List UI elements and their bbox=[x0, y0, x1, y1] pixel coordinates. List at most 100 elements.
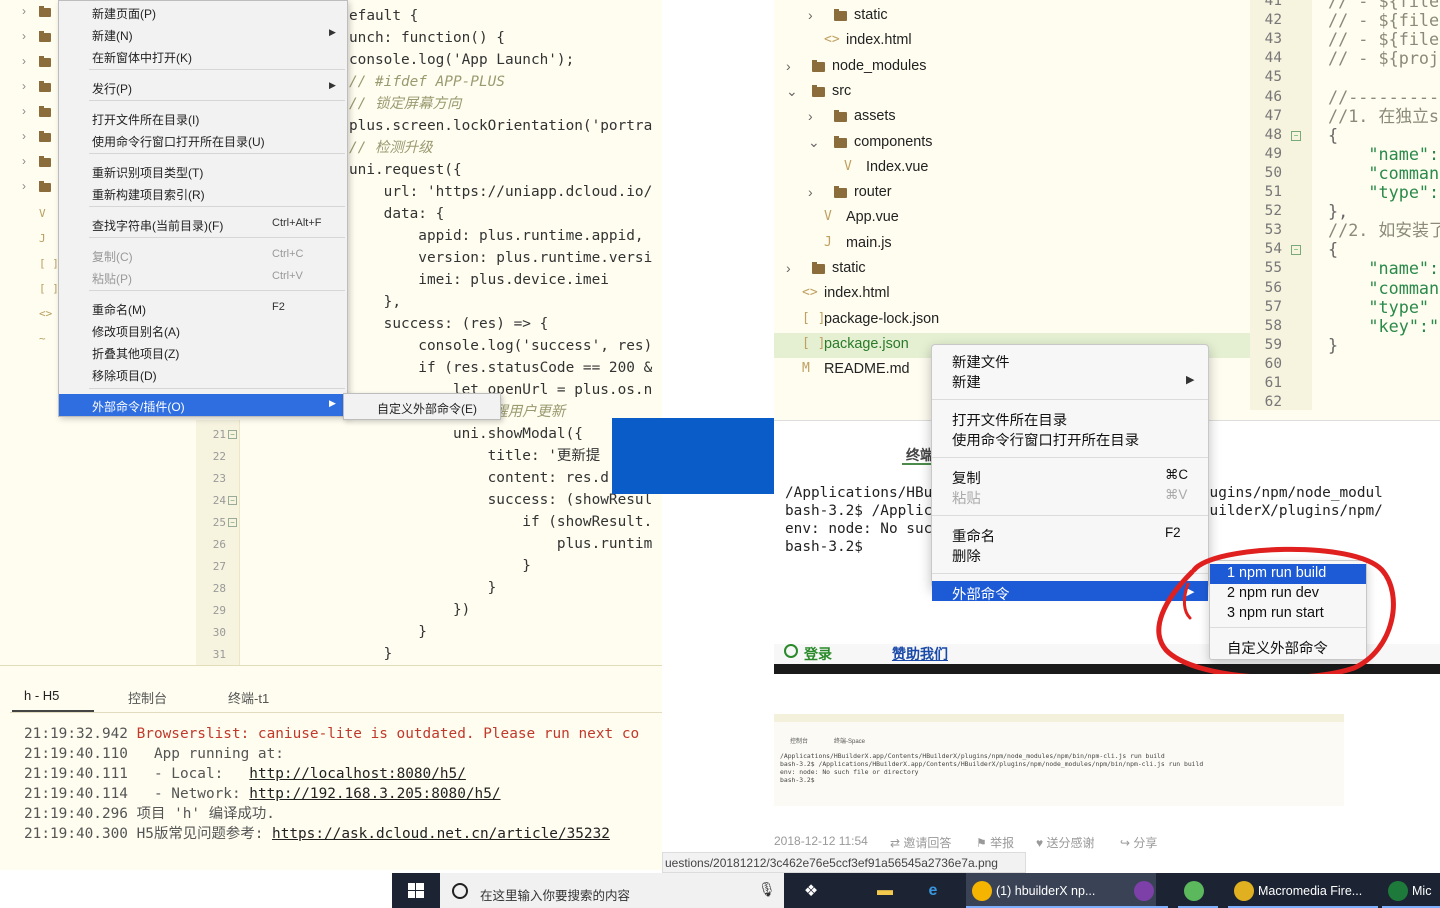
tree-folder-row[interactable]: › bbox=[0, 25, 60, 50]
chevron-down-icon[interactable]: ⌄ bbox=[808, 134, 820, 151]
chrome-icon bbox=[972, 881, 992, 901]
menu-item[interactable]: 复制 ⌘C bbox=[932, 465, 1208, 487]
tree-folder-row[interactable]: › bbox=[0, 150, 60, 175]
task-view-icon[interactable]: ❖ bbox=[796, 877, 826, 905]
tree-file-row[interactable]: <> bbox=[0, 303, 60, 328]
fold-toggle-icon[interactable]: − bbox=[1291, 130, 1301, 141]
chevron-right-icon[interactable]: › bbox=[22, 129, 26, 143]
log-timestamp: 21:19:40.110 bbox=[24, 746, 128, 762]
file-explorer-icon[interactable]: ▬ bbox=[870, 877, 900, 905]
chevron-down-icon[interactable]: ⌄ bbox=[786, 83, 798, 100]
tree-folder-row[interactable]: › bbox=[0, 125, 60, 150]
tree-file-row[interactable]: [ ] package-lock.json bbox=[774, 308, 1250, 333]
browser-taskbar-button[interactable] bbox=[1178, 873, 1218, 908]
code-line: success: (res) => { bbox=[349, 316, 549, 332]
chevron-right-icon[interactable]: › bbox=[22, 4, 26, 18]
tree-folder-row[interactable]: › bbox=[0, 50, 60, 75]
start-button[interactable] bbox=[392, 873, 440, 908]
menu-item[interactable]: 打开文件所在目录 bbox=[932, 407, 1208, 429]
tree-folder-row[interactable]: › static bbox=[774, 4, 1250, 29]
tree-folder-row[interactable]: › assets bbox=[774, 105, 1250, 130]
menu-item[interactable]: 新建页面(P) bbox=[59, 1, 347, 23]
fold-toggle-icon[interactable]: − bbox=[228, 518, 237, 527]
tree-folder-row[interactable]: › bbox=[0, 75, 60, 100]
report-link[interactable]: ⚑ 举报 bbox=[976, 834, 1014, 851]
menu-item[interactable]: 新建 ▶ bbox=[932, 369, 1208, 391]
tree-folder-row[interactable]: › bbox=[0, 175, 60, 200]
phpstorm-taskbar-button[interactable] bbox=[1128, 873, 1168, 908]
tree-folder-row[interactable]: ⌄ components bbox=[774, 131, 1250, 156]
fold-toggle-icon[interactable]: − bbox=[1291, 245, 1301, 256]
menu-item[interactable]: 新建文件 bbox=[932, 349, 1208, 371]
menu-item[interactable]: 使用命令行窗口打开所在目录(U) bbox=[59, 129, 347, 151]
tree-file-row[interactable]: <> index.html bbox=[774, 282, 1250, 307]
code-line: //1. 在独立s bbox=[1328, 105, 1439, 126]
console-tab[interactable]: 终端-t1 bbox=[228, 688, 269, 707]
menu-item[interactable]: 使用命令行窗口打开所在目录 bbox=[932, 427, 1208, 449]
terminal-tab[interactable]: 终端 bbox=[906, 445, 934, 465]
menu-item[interactable]: 重新构建项目索引(R) bbox=[59, 182, 347, 204]
js-file-icon: J bbox=[824, 234, 832, 250]
tree-file-row[interactable]: J bbox=[0, 228, 60, 253]
invite-answer-link[interactable]: ⇄ 邀请回答 bbox=[890, 834, 951, 851]
chevron-right-icon[interactable]: › bbox=[22, 54, 26, 68]
tree-item-label: components bbox=[854, 133, 933, 150]
tree-file-row[interactable]: [ ] bbox=[0, 278, 60, 303]
menu-item[interactable]: 粘贴 ⌘V bbox=[932, 485, 1208, 507]
chevron-right-icon[interactable]: › bbox=[808, 184, 813, 200]
tree-file-row[interactable]: <> index.html bbox=[774, 29, 1250, 54]
microphone-icon[interactable]: 🎙 bbox=[758, 881, 776, 898]
tree-folder-row[interactable]: › bbox=[0, 0, 60, 25]
fold-toggle-icon[interactable]: − bbox=[228, 430, 237, 439]
tree-file-row[interactable]: [ ] bbox=[0, 253, 60, 278]
menu-item[interactable]: 移除项目(D) bbox=[59, 363, 347, 385]
tree-folder-row[interactable]: › static bbox=[774, 257, 1250, 282]
chevron-right-icon[interactable]: › bbox=[786, 58, 791, 74]
chevron-right-icon[interactable]: › bbox=[22, 154, 26, 168]
tree-file-row[interactable]: V App.vue bbox=[774, 206, 1250, 231]
chevron-right-icon[interactable]: › bbox=[22, 79, 26, 93]
menu-item[interactable]: 折叠其他项目(Z) bbox=[59, 341, 347, 363]
code-editor[interactable]: // - ${file// - ${file// - ${file// - ${… bbox=[1312, 0, 1440, 410]
chevron-right-icon[interactable]: › bbox=[22, 29, 26, 43]
tree-file-row[interactable]: ~ bbox=[0, 328, 60, 353]
share-link[interactable]: ↪ 分享 bbox=[1120, 834, 1157, 851]
tree-file-row[interactable]: V bbox=[0, 203, 60, 228]
menu-item[interactable]: 修改项目别名(A) bbox=[59, 319, 347, 341]
tree-folder-row[interactable]: ⌄ src bbox=[774, 80, 1250, 105]
login-link[interactable]: 登录 bbox=[804, 644, 832, 664]
tree-file-row[interactable]: V Index.vue bbox=[774, 156, 1250, 181]
menu-item[interactable]: 新建(N) ▶ bbox=[59, 23, 347, 45]
menu-item[interactable]: 发行(P) ▶ bbox=[59, 76, 347, 98]
log-link[interactable]: https://ask.dcloud.net.cn/article/35232 bbox=[272, 826, 610, 842]
menu-item[interactable]: 查找字符串(当前目录)(F) Ctrl+Alt+F bbox=[59, 213, 347, 235]
tree-file-row[interactable]: Jmain.js bbox=[774, 232, 1250, 257]
menu-item[interactable]: 打开文件所在目录(I) bbox=[59, 107, 347, 129]
tree-folder-row[interactable]: › bbox=[0, 100, 60, 125]
tree-folder-row[interactable]: › node_modules bbox=[774, 55, 1250, 80]
thanks-link[interactable]: ♥ 送分感谢 bbox=[1036, 834, 1094, 851]
fireworks-taskbar-button[interactable]: Macromedia Fire... bbox=[1228, 873, 1378, 908]
chevron-right-icon[interactable]: › bbox=[786, 260, 791, 276]
edge-icon[interactable]: e bbox=[918, 877, 948, 905]
chevron-right-icon[interactable]: › bbox=[808, 108, 813, 124]
chevron-right-icon[interactable]: › bbox=[22, 104, 26, 118]
chevron-right-icon[interactable]: › bbox=[22, 179, 26, 193]
taskbar-search-box[interactable]: 在这里输入你要搜索的内容 🎙 bbox=[440, 873, 784, 908]
menu-item[interactable]: 重命名(M) F2 bbox=[59, 297, 347, 319]
menu-item[interactable]: 复制(C) Ctrl+C bbox=[59, 244, 347, 266]
fold-toggle-icon[interactable]: − bbox=[228, 496, 237, 505]
tree-folder-row[interactable]: › router bbox=[774, 181, 1250, 206]
menu-item[interactable]: 在新窗体中打开(K) bbox=[59, 45, 347, 67]
log-link[interactable]: http://192.168.3.205:8080/h5/ bbox=[249, 786, 500, 802]
console-tab[interactable]: h - H5 bbox=[24, 688, 59, 703]
chevron-right-icon[interactable]: › bbox=[808, 7, 813, 23]
log-link[interactable]: http://localhost:8080/h5/ bbox=[249, 766, 466, 782]
sponsor-link[interactable]: 赞助我们 bbox=[892, 644, 948, 664]
menu-item[interactable]: 重新识别项目类型(T) bbox=[59, 160, 347, 182]
console-tab[interactable]: 控制台 bbox=[128, 688, 167, 707]
menu-item[interactable]: 粘贴(P) Ctrl+V bbox=[59, 266, 347, 288]
custom-external-command-item[interactable]: 自定义外部命令(E) bbox=[377, 400, 477, 417]
excel-taskbar-button[interactable]: Mic bbox=[1382, 873, 1440, 908]
menu-item[interactable]: 外部命令/插件(O) ▶ bbox=[59, 394, 347, 416]
